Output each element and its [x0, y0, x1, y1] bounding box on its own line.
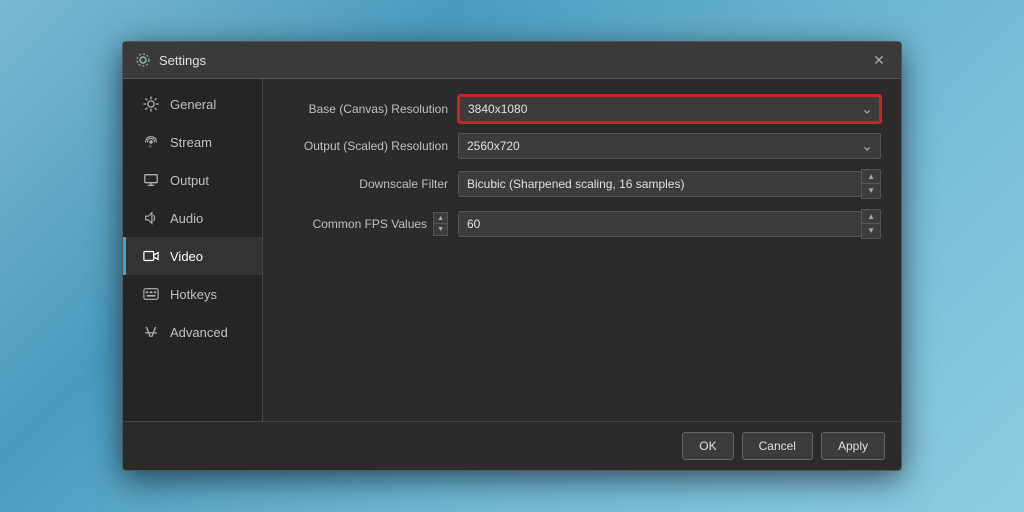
- fps-row: Common FPS Values ▲ ▼ ▲ ▼: [283, 209, 881, 239]
- base-resolution-select[interactable]: 3840x1080: [458, 95, 881, 123]
- sidebar-label-video: Video: [170, 249, 203, 264]
- audio-icon: [142, 209, 160, 227]
- sidebar-label-advanced: Advanced: [170, 325, 228, 340]
- base-resolution-wrapper: 3840x1080: [458, 95, 881, 123]
- fps-label-group: Common FPS Values ▲ ▼: [283, 212, 458, 236]
- sidebar-label-hotkeys: Hotkeys: [170, 287, 217, 302]
- general-icon: [142, 95, 160, 113]
- dialog-title: Settings: [159, 53, 206, 68]
- fps-value-control: ▲ ▼: [458, 209, 881, 239]
- close-button[interactable]: ✕: [869, 50, 889, 70]
- fps-up-button[interactable]: ▲: [862, 210, 880, 224]
- apply-button[interactable]: Apply: [821, 432, 885, 460]
- output-resolution-select[interactable]: 2560x720: [458, 133, 881, 159]
- fps-label-up-btn[interactable]: ▲: [434, 213, 447, 224]
- downscale-filter-label: Downscale Filter: [283, 177, 458, 191]
- fps-down-button[interactable]: ▼: [862, 224, 880, 238]
- downscale-spinner-buttons: ▲ ▼: [861, 169, 881, 199]
- fps-label-spinner: ▲ ▼: [433, 212, 448, 236]
- sidebar: General A Stream: [123, 79, 263, 421]
- fps-spinner-buttons: ▲ ▼: [861, 209, 881, 239]
- base-resolution-label: Base (Canvas) Resolution: [283, 102, 458, 116]
- title-bar-left: Settings: [135, 52, 206, 68]
- output-icon: [142, 171, 160, 189]
- sidebar-label-stream: Stream: [170, 135, 212, 150]
- downscale-spinner-control: ▲ ▼: [458, 169, 881, 199]
- fps-label-down-btn[interactable]: ▼: [434, 224, 447, 235]
- title-bar: Settings ✕: [123, 42, 901, 79]
- dialog-footer: OK Cancel Apply: [123, 421, 901, 470]
- downscale-down-button[interactable]: ▼: [862, 184, 880, 198]
- sidebar-label-general: General: [170, 97, 216, 112]
- content-area: Base (Canvas) Resolution 3840x1080 Outpu…: [263, 79, 901, 421]
- svg-text:A: A: [149, 143, 152, 148]
- fps-spinner-control: ▲ ▼: [458, 209, 881, 239]
- output-resolution-control: 2560x720: [458, 133, 881, 159]
- sidebar-item-general[interactable]: General: [123, 85, 262, 123]
- sidebar-item-hotkeys[interactable]: Hotkeys: [123, 275, 262, 313]
- sidebar-item-output[interactable]: Output: [123, 161, 262, 199]
- downscale-filter-row: Downscale Filter ▲ ▼: [283, 169, 881, 199]
- output-resolution-label: Output (Scaled) Resolution: [283, 139, 458, 153]
- sidebar-item-advanced[interactable]: Advanced: [123, 313, 262, 351]
- settings-dialog: Settings ✕ General: [122, 41, 902, 471]
- downscale-filter-control: ▲ ▼: [458, 169, 881, 199]
- output-resolution-row: Output (Scaled) Resolution 2560x720: [283, 133, 881, 159]
- sidebar-item-stream[interactable]: A Stream: [123, 123, 262, 161]
- cancel-button[interactable]: Cancel: [742, 432, 813, 460]
- ok-button[interactable]: OK: [682, 432, 733, 460]
- sidebar-item-audio[interactable]: Audio: [123, 199, 262, 237]
- settings-app-icon: [135, 52, 151, 68]
- sidebar-item-video[interactable]: Video: [123, 237, 262, 275]
- hotkeys-icon: [142, 285, 160, 303]
- downscale-filter-input[interactable]: [458, 171, 861, 197]
- base-resolution-control: 3840x1080: [458, 95, 881, 123]
- fps-label: Common FPS Values: [313, 217, 428, 231]
- fps-input[interactable]: [458, 211, 861, 237]
- stream-icon: A: [142, 133, 160, 151]
- downscale-up-button[interactable]: ▲: [862, 170, 880, 184]
- sidebar-label-audio: Audio: [170, 211, 203, 226]
- sidebar-label-output: Output: [170, 173, 209, 188]
- dialog-body: General A Stream: [123, 79, 901, 421]
- base-resolution-row: Base (Canvas) Resolution 3840x1080: [283, 95, 881, 123]
- output-resolution-wrapper: 2560x720: [458, 133, 881, 159]
- video-icon: [142, 247, 160, 265]
- advanced-icon: [142, 323, 160, 341]
